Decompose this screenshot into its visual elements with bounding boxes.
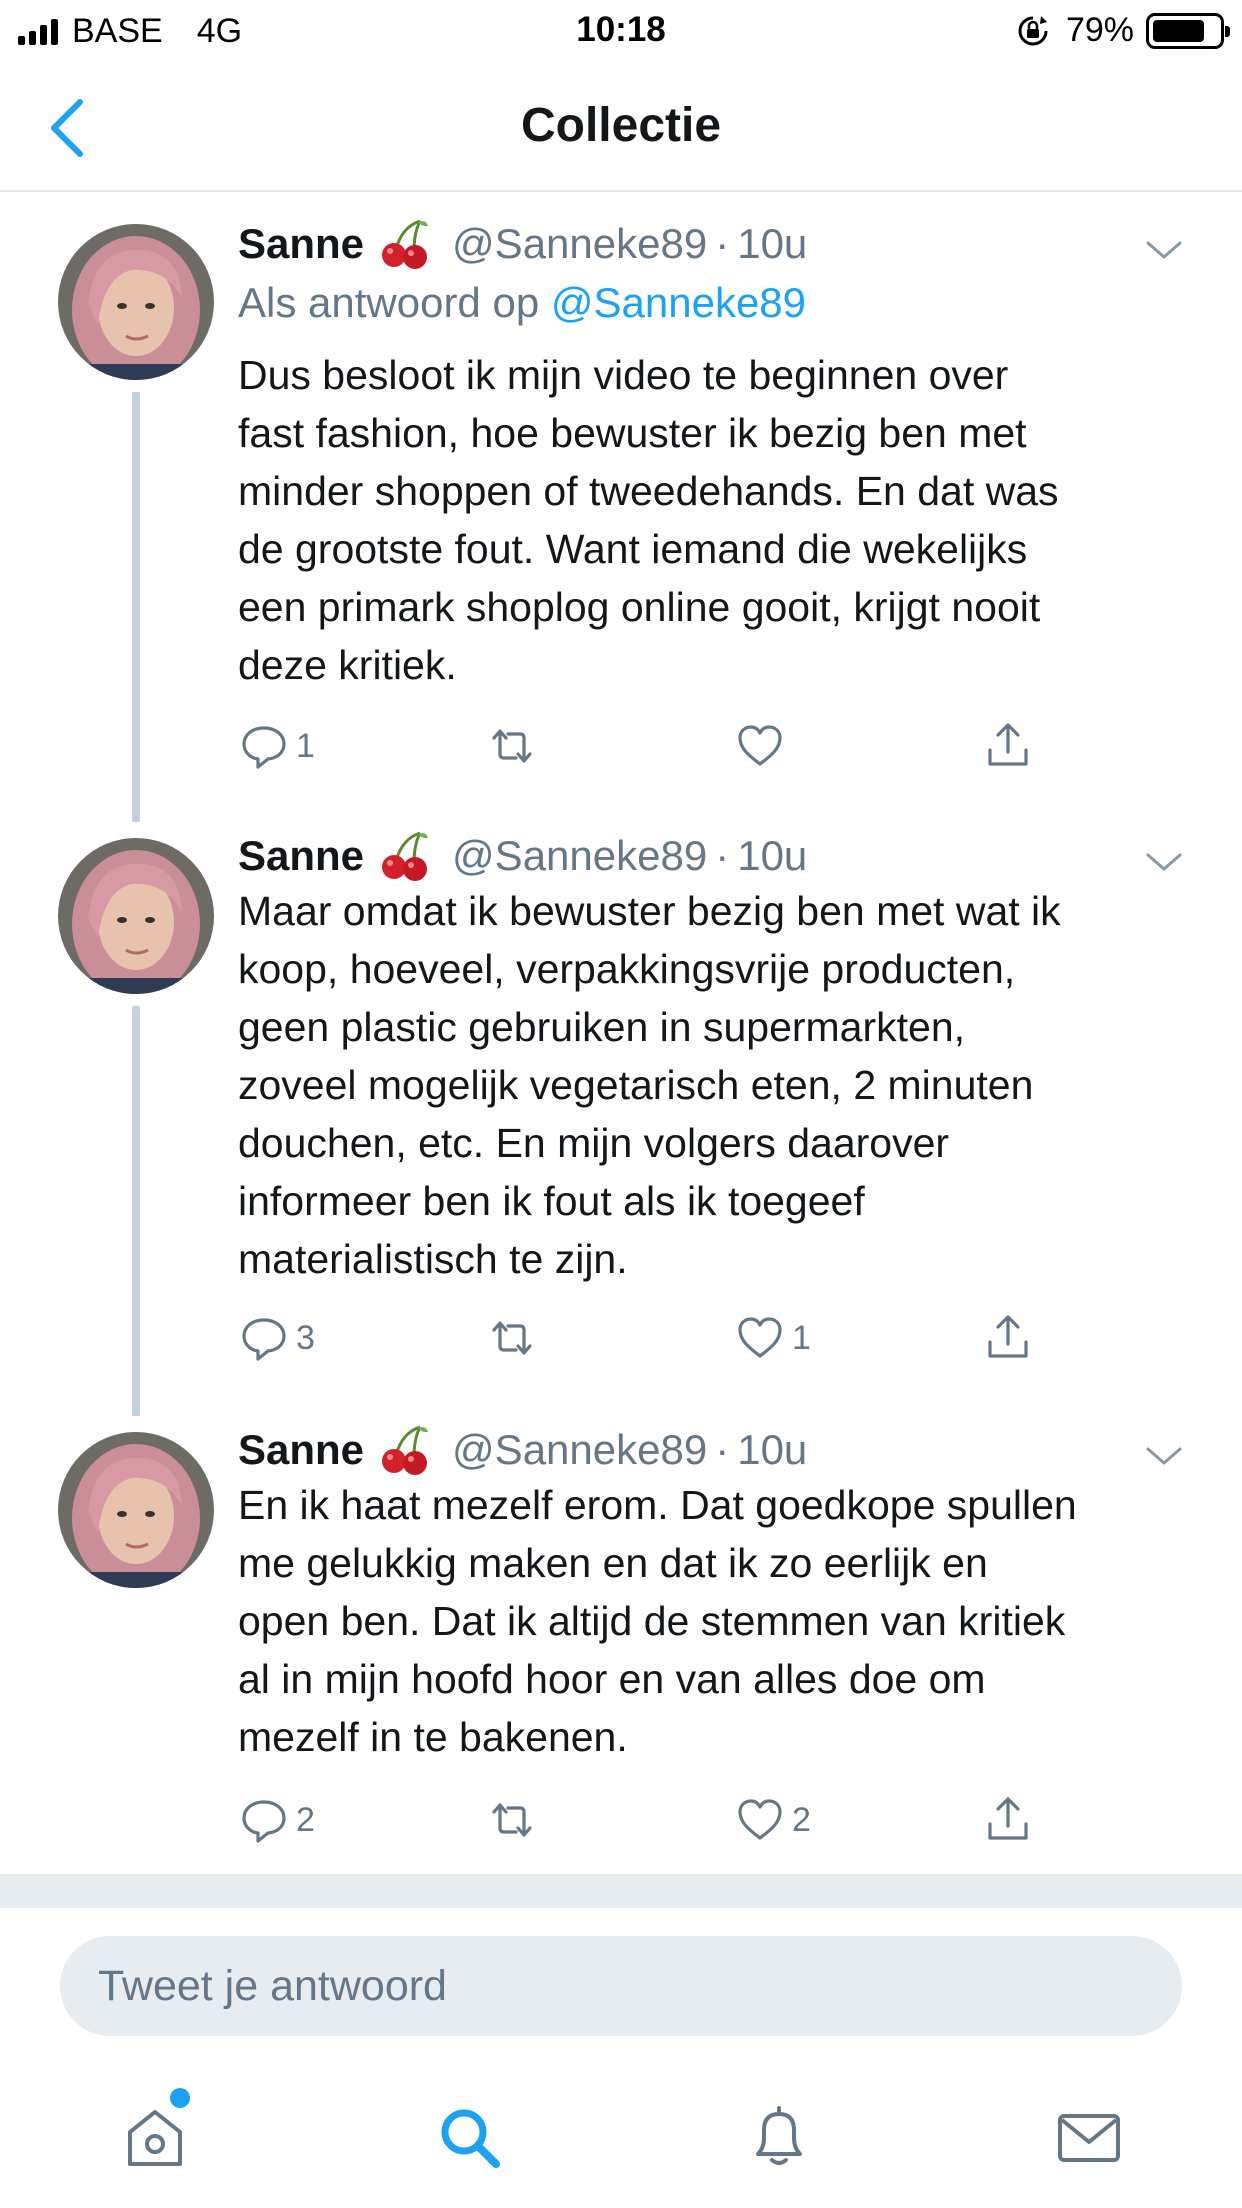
share-button[interactable] [982,1308,1034,1368]
tweet-text: Dus besloot ik mijn video te beginnen ov… [238,352,1059,688]
like-button[interactable]: 1 [734,1308,811,1368]
tweet[interactable]: Sanne @Sanneke89 · 10u Als antwoord op @… [0,210,1242,810]
like-button[interactable]: 2 [734,1790,811,1850]
reply-prefix: Als antwoord op [238,279,540,326]
tweet-actions: 2 2 [238,1790,1038,1850]
avatar-image [58,224,214,380]
tweet-time: 10u [737,832,808,879]
like-count: 2 [792,1800,811,1839]
like-count: 1 [792,1318,811,1357]
status-right: 79% [1016,11,1230,50]
tab-home[interactable] [120,2102,190,2172]
share-icon [988,723,1028,766]
home-notification-dot [170,2088,190,2108]
cherry-emoji-icon [382,1425,429,1475]
tweet[interactable]: Sanne @Sanneke89 · 10u Maar omdat ik bew… [0,822,1242,1412]
tweet[interactable]: Sanne @Sanneke89 · 10u En ik haat mezelf… [0,1416,1242,1876]
avatar[interactable] [58,224,214,380]
avatar[interactable] [58,838,214,994]
tab-messages[interactable] [1054,2102,1124,2172]
tweet-actions: 1 [238,716,1038,776]
tweet-time: 10u [737,220,808,267]
author-handle[interactable]: @Sanneke89 [452,1424,707,1476]
tab-search[interactable] [434,2102,504,2172]
retweet-button[interactable] [486,1790,544,1850]
tab-notifications[interactable] [744,2102,814,2172]
notifications-icon [756,2106,802,2165]
retweet-icon [492,1321,532,1355]
like-button[interactable] [734,716,792,776]
share-icon [988,1797,1028,1840]
meta-separator: · [715,1426,730,1473]
tweet-text: Maar omdat ik bewuster bezig ben met wat… [238,888,1061,1282]
tweet-time: 10u [737,1426,808,1473]
battery-icon [1146,12,1230,49]
tweet-header: Sanne @Sanneke89 · 10u [238,218,1188,270]
tab-bar [0,2070,1242,2208]
search-icon [441,2109,500,2168]
home-icon [128,2110,182,2166]
retweet-icon [492,1803,532,1837]
author-name[interactable]: Sanne [238,218,364,270]
meta-separator: · [715,832,730,879]
reply-button[interactable]: 3 [238,1308,315,1368]
chevron-down-icon[interactable] [1144,850,1184,874]
avatar[interactable] [58,1432,214,1588]
cherry-emoji-icon [382,219,429,269]
author-name[interactable]: Sanne [238,830,364,882]
heart-icon [738,725,782,766]
meta-separator: · [715,220,730,267]
reply-context: Als antwoord op @Sanneke89 [238,274,1188,332]
reply-button[interactable]: 1 [238,716,315,776]
page-title: Collectie [520,99,722,152]
reply-count: 1 [296,726,315,765]
reply-icon [242,726,286,769]
avatar-image [58,1432,214,1588]
tweet-header: Sanne @Sanneke89 · 10u [238,830,1188,882]
avatar-image [58,838,214,994]
heart-icon [738,1799,782,1840]
tweet-actions: 3 1 [238,1308,1038,1368]
tweet-header: Sanne @Sanneke89 · 10u [238,1424,1188,1476]
reply-icon [242,1800,286,1843]
chevron-down-icon[interactable] [1144,238,1184,262]
author-handle[interactable]: @Sanneke89 [452,830,707,882]
share-button[interactable] [982,1790,1034,1850]
tweet-text: En ik haat mezelf erom. Dat goedkope spu… [238,1482,1077,1760]
reply-input[interactable] [60,1936,1182,2036]
retweet-icon [492,729,532,763]
share-button[interactable] [982,716,1034,776]
reply-to-handle-link[interactable]: @Sanneke89 [551,279,806,326]
status-bar: BASE 4G 10:18 79% [0,0,1242,62]
author-handle[interactable]: @Sanneke89 [452,218,707,270]
section-separator [0,1874,1242,1908]
chevron-down-icon[interactable] [1144,1444,1184,1468]
share-icon [988,1315,1028,1358]
battery-fill [1153,19,1204,42]
heart-icon [738,1317,782,1358]
reply-count: 3 [296,1318,315,1357]
messages-icon [1058,2114,1120,2162]
reply-button[interactable]: 2 [238,1790,315,1850]
retweet-button[interactable] [486,1308,544,1368]
battery-percent: 79% [1065,11,1134,49]
reply-count: 2 [296,1800,315,1839]
retweet-button[interactable] [486,716,544,776]
author-name[interactable]: Sanne [238,1424,364,1476]
reply-icon [242,1318,286,1361]
nav-bar: Collectie [0,62,1242,192]
rotation-lock-icon [1018,15,1048,45]
cherry-emoji-icon [382,831,429,881]
